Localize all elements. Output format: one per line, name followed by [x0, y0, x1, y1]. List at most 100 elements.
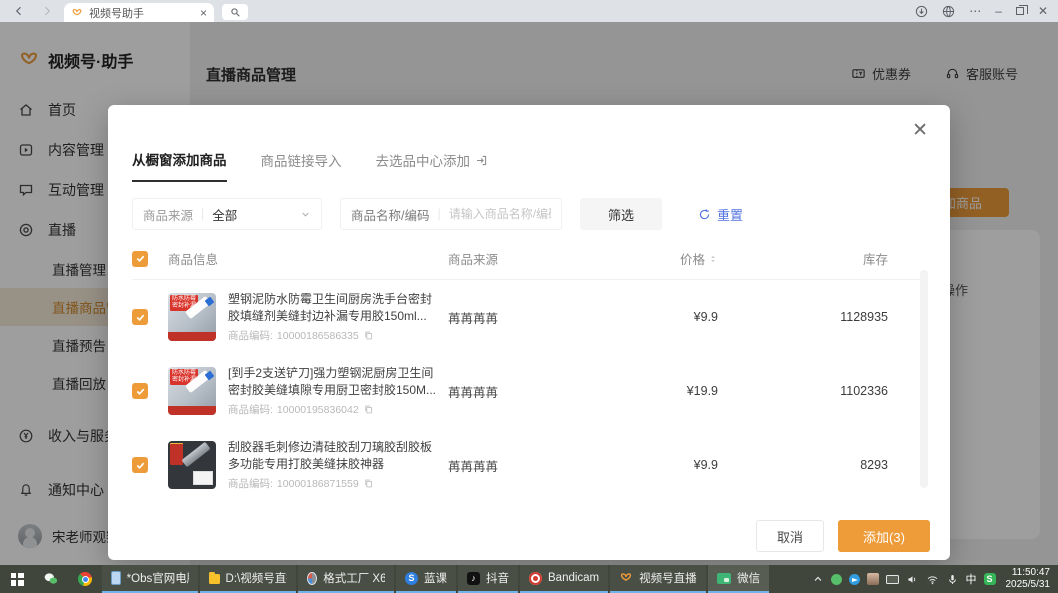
clock-time: 11:50:47 — [1006, 567, 1051, 579]
copy-icon[interactable] — [363, 330, 374, 341]
check-icon — [135, 253, 146, 264]
browser-tab[interactable]: 视频号助手 × — [64, 3, 214, 22]
product-title[interactable]: 刮胶器毛刺修边清硅胶刮刀璃胶刮胶板多功能专用打胶美缝抹胶神器 — [228, 439, 440, 473]
sort-icon — [708, 253, 718, 265]
add-product-modal: ✕ 从橱窗添加商品 商品链接导入 去选品中心添加 商品来源 | 全部 商品名称/… — [108, 105, 950, 560]
tray-telegram-icon[interactable] — [849, 574, 860, 585]
document-icon — [111, 571, 121, 585]
tab-close-icon[interactable]: × — [200, 7, 207, 19]
windows-icon — [11, 573, 24, 586]
modal-scrollbar[interactable] — [920, 270, 928, 488]
product-stock: 1102336 — [718, 384, 888, 398]
column-price[interactable]: 价格 — [588, 249, 718, 268]
taskbar-app-obs[interactable]: *Obs官网电脑... — [102, 565, 198, 593]
douyin-icon: ♪ — [467, 572, 480, 585]
taskbar-app-wechat-active[interactable]: 微信 — [708, 565, 769, 593]
product-image — [168, 441, 216, 489]
cancel-button[interactable]: 取消 — [756, 520, 824, 552]
tray-avatar[interactable] — [867, 573, 879, 585]
folder-icon — [209, 574, 220, 584]
product-title[interactable]: 塑钢泥防水防霉卫生间厨房洗手台密封胶填缝剂美缝封边补漏专用胶150ml... — [228, 291, 440, 325]
tray-network-icon[interactable] — [926, 573, 939, 586]
product-code: 商品编码: 10000186586335 — [228, 328, 440, 343]
product-price: ¥19.9 — [588, 384, 718, 398]
product-source: 苒苒苒苒 — [448, 308, 588, 327]
source-select[interactable]: 商品来源 | 全部 — [132, 198, 322, 230]
lanke-icon: S — [405, 572, 418, 585]
system-tray: 中 S — [806, 565, 1002, 593]
tab-go-selection-center[interactable]: 去选品中心添加 — [376, 149, 489, 182]
restore-button[interactable] — [1016, 7, 1024, 15]
chevron-down-icon — [300, 209, 311, 220]
taskbar-app-lanke[interactable]: S 蓝课 — [396, 565, 456, 593]
start-button[interactable] — [0, 565, 34, 593]
product-image: 防水防霉密封补漏 — [168, 367, 216, 415]
check-icon — [135, 386, 146, 397]
tray-ime[interactable]: 中 — [966, 571, 977, 587]
screen-share-icon — [717, 573, 731, 584]
product-code: 商品编码: 10000186871559 — [228, 476, 440, 491]
modal-filter-bar: 商品来源 | 全部 商品名称/编码 | 筛选 重置 — [132, 198, 926, 230]
product-search-box[interactable]: 商品名称/编码 | — [340, 198, 562, 230]
tab-import-by-link[interactable]: 商品链接导入 — [261, 149, 342, 182]
search-input[interactable] — [449, 207, 551, 221]
browser-search-button[interactable] — [222, 4, 248, 20]
tab-add-from-showcase[interactable]: 从橱窗添加商品 — [132, 149, 227, 182]
taskbar-app-folder[interactable]: D:\视频号直播... — [200, 565, 296, 593]
minimize-button[interactable]: – — [995, 5, 1002, 17]
search-icon — [230, 7, 241, 18]
check-icon — [135, 460, 146, 471]
close-button[interactable]: ✕ — [1038, 5, 1048, 17]
check-icon — [135, 312, 146, 323]
modal-close-icon[interactable]: ✕ — [912, 121, 928, 140]
product-table: 防水防霉密封补漏 塑钢泥防水防霉卫生间厨房洗手台密封胶填缝剂美缝封边补漏专用胶1… — [132, 280, 926, 502]
tray-mic-icon[interactable] — [946, 573, 959, 586]
browser-bar: 视频号助手 × ⋯ – ✕ — [0, 0, 1058, 22]
wechat-icon — [43, 571, 59, 587]
product-title[interactable]: [到手2支送铲刀]强力塑钢泥厨房卫生间密封胶美缝填隙专用厨卫密封胶150M... — [228, 365, 440, 399]
product-source: 苒苒苒苒 — [448, 382, 588, 401]
product-stock: 1128935 — [718, 310, 888, 324]
download-icon[interactable] — [915, 5, 928, 18]
clock-date: 2025/5/31 — [1006, 579, 1051, 591]
taskbar-app-channels-live[interactable]: 视频号直播伴侣 — [610, 565, 706, 593]
taskbar-app-bandicam[interactable]: Bandicam — [520, 565, 608, 593]
filter-button[interactable]: 筛选 — [580, 198, 662, 230]
tray-wechat-icon[interactable] — [831, 574, 842, 585]
product-stock: 8293 — [718, 458, 888, 472]
taskbar-app-douyin[interactable]: ♪ 抖音 — [458, 565, 518, 593]
format-factory-icon — [307, 572, 317, 585]
select-all-checkbox[interactable] — [132, 251, 148, 267]
globe-icon[interactable] — [942, 5, 955, 18]
bandicam-icon — [529, 572, 542, 585]
taskbar-app-formatfactory[interactable]: 格式工厂 X64 ... — [298, 565, 394, 593]
table-header: 商品信息 商品来源 价格 库存 — [132, 238, 926, 280]
product-checkbox[interactable] — [132, 457, 148, 473]
column-stock: 库存 — [718, 249, 888, 268]
table-row: 刮胶器毛刺修边清硅胶刮刀璃胶刮胶板多功能专用打胶美缝抹胶神器 商品编码: 100… — [132, 428, 926, 502]
taskbar: *Obs官网电脑... D:\视频号直播... 格式工厂 X64 ... S 蓝… — [0, 565, 1058, 593]
copy-icon[interactable] — [363, 404, 374, 415]
product-price: ¥9.9 — [588, 458, 718, 472]
back-icon[interactable] — [12, 4, 26, 18]
external-link-icon — [475, 154, 488, 167]
product-checkbox[interactable] — [132, 309, 148, 325]
tray-volume-icon[interactable] — [906, 573, 919, 586]
tray-sogou-icon[interactable]: S — [984, 573, 996, 585]
confirm-add-button[interactable]: 添加(3) — [838, 520, 930, 552]
tray-card-icon[interactable] — [886, 575, 899, 584]
tab-favicon-icon — [71, 7, 83, 19]
taskbar-wechat-launcher[interactable] — [34, 565, 68, 593]
taskbar-clock[interactable]: 11:50:47 2025/5/31 — [1002, 565, 1058, 593]
refresh-icon — [698, 208, 711, 221]
forward-icon[interactable] — [40, 4, 54, 18]
product-code: 商品编码: 10000195836042 — [228, 402, 440, 417]
product-checkbox[interactable] — [132, 383, 148, 399]
tray-expand-icon[interactable] — [812, 573, 824, 585]
channels-live-icon — [619, 571, 633, 585]
taskbar-chrome-launcher[interactable] — [68, 565, 102, 593]
reset-button[interactable]: 重置 — [698, 205, 743, 224]
more-icon[interactable]: ⋯ — [969, 5, 981, 17]
copy-icon[interactable] — [363, 478, 374, 489]
table-row: 防水防霉密封补漏 [到手2支送铲刀]强力塑钢泥厨房卫生间密封胶美缝填隙专用厨卫密… — [132, 354, 926, 428]
